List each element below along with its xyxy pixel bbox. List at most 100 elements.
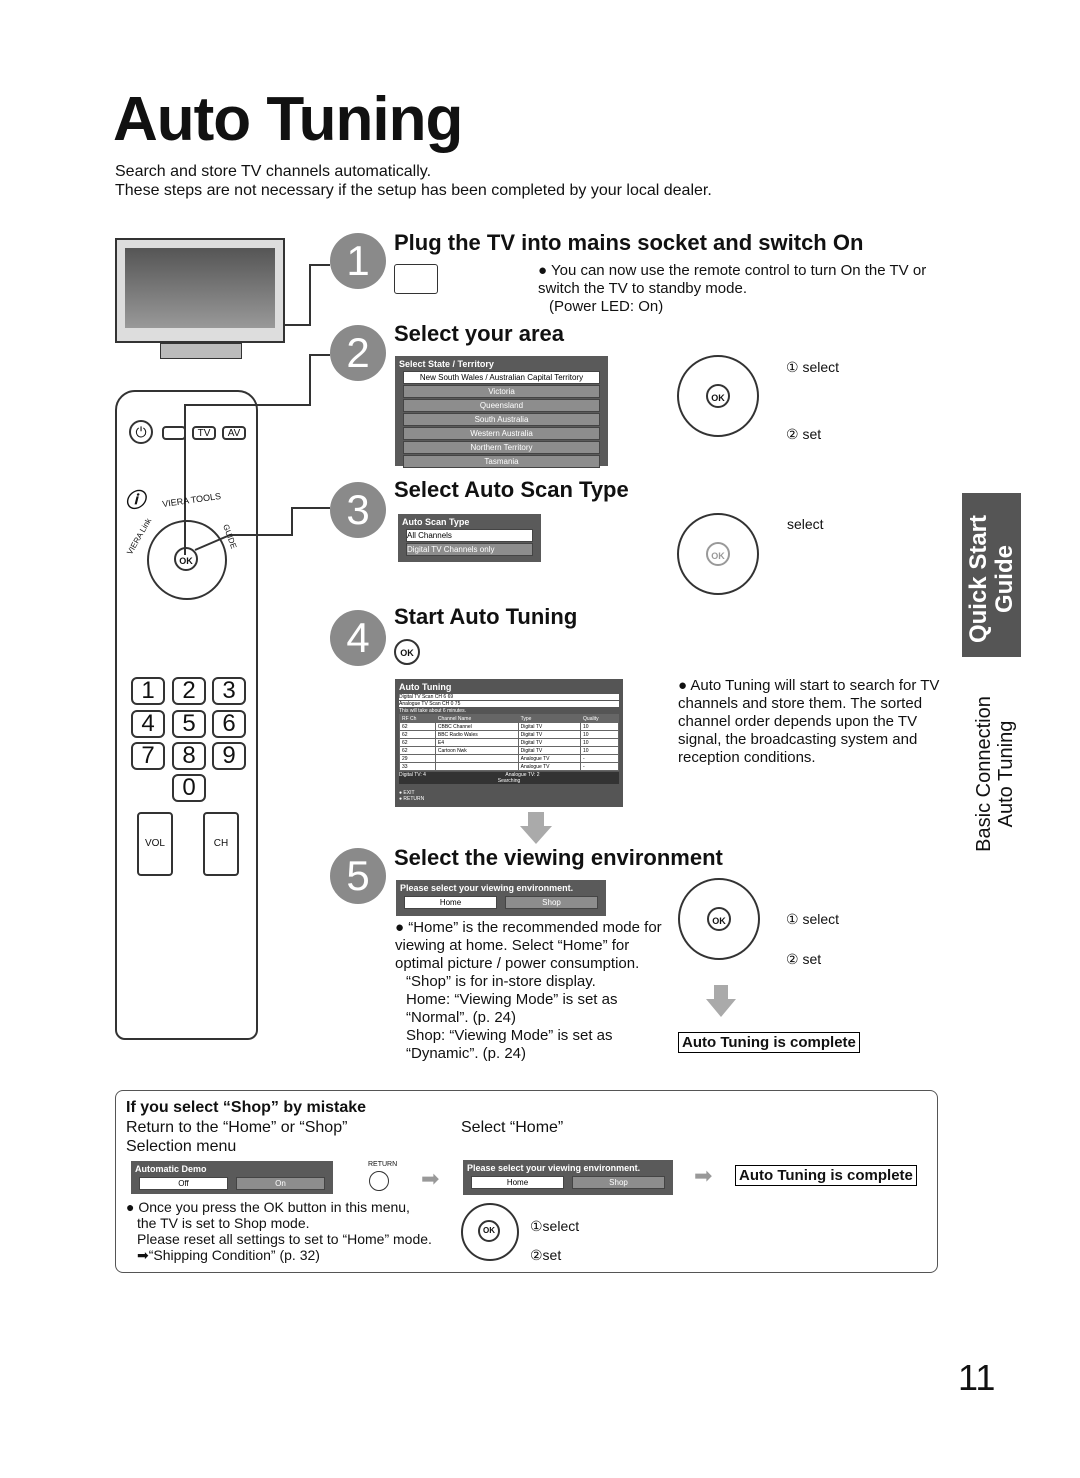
table-cell: 10: [580, 722, 619, 731]
nav-cross-icon: OK: [677, 513, 759, 595]
arrow-right-icon: ➡: [421, 1166, 440, 1191]
table-cell: -: [580, 762, 619, 771]
status-text: Searching: [399, 778, 619, 784]
table-row: 62 Cartoon Nwk Digital TV 10: [399, 746, 619, 755]
set-label: ②set: [530, 1247, 562, 1263]
mistake-line-1: Return to the “Home” or “Shop”: [126, 1119, 348, 1136]
auto-tuning-screen: Auto Tuning Digital TV Scan CH 6 69 Anal…: [395, 679, 623, 807]
shop-option[interactable]: Shop: [505, 896, 598, 909]
blank-button[interactable]: [162, 426, 186, 440]
select-label: ① select: [786, 359, 840, 375]
set-label: ② set: [786, 426, 822, 442]
tv-button[interactable]: TV: [192, 426, 216, 440]
table-cell: Analogue TV: [517, 754, 582, 763]
table-cell: 62: [399, 722, 436, 731]
table-cell: 10: [580, 738, 619, 747]
set-label: ② set: [786, 951, 822, 967]
table-cell: 62: [399, 746, 436, 755]
return-label: RETURN: [368, 1161, 398, 1168]
viera-tools-button[interactable]: VIERA TOOLS: [162, 491, 222, 509]
step-4-number: 4: [330, 610, 386, 666]
table-cell: Quality: [580, 714, 619, 723]
menu-item[interactable]: All Channels: [406, 529, 533, 542]
select-label: ①select: [530, 1218, 580, 1234]
table-cell: CBBC Channel: [434, 722, 519, 731]
digit-0[interactable]: 0: [172, 774, 206, 802]
digit-4[interactable]: 4: [131, 710, 165, 738]
table-cell: Digital TV: [517, 738, 582, 747]
digit-3[interactable]: 3: [212, 677, 246, 705]
menu-item[interactable]: Digital TV Channels only: [406, 543, 533, 556]
av-button[interactable]: AV: [222, 426, 246, 440]
table-cell: 62: [399, 738, 436, 747]
nav-cross-icon: OK: [461, 1203, 519, 1261]
side-tab-section: Basic Connection Auto Tuning: [973, 696, 1017, 852]
manual-page: Auto Tuning Search and store TV channels…: [0, 0, 1080, 1478]
mistake-heading: If you select “Shop” by mistake: [126, 1099, 367, 1116]
remote-control: ⏻ TV AV ⓘ VIERA TOOLS VIERA Link GUIDE O…: [115, 390, 258, 1040]
menu-item[interactable]: Victoria: [403, 385, 600, 398]
digit-8[interactable]: 8: [172, 742, 206, 770]
step-5-heading: Select the viewing environment: [394, 845, 723, 870]
menu-item[interactable]: Queensland: [403, 399, 600, 412]
step-5-notes: ● “Home” is the recommended mode for vie…: [395, 919, 662, 1062]
menu-item[interactable]: New South Wales / Australian Capital Ter…: [403, 371, 600, 384]
exit-return: ● EXIT ● RETURN: [399, 790, 425, 802]
menu-item[interactable]: South Australia: [403, 413, 600, 426]
step-2-heading: Select your area: [394, 321, 564, 346]
table-row: 62 BBC Radio Wales Digital TV 10: [399, 730, 619, 739]
select-label: select: [787, 516, 824, 532]
table-header: RF Ch Channel Name Type Quality: [399, 714, 619, 723]
analogue-scan-row: Analogue TV Scan CH 0 75: [399, 701, 619, 707]
table-cell: Analogue TV: [517, 762, 582, 771]
info-icon[interactable]: ⓘ: [125, 484, 145, 513]
digit-7[interactable]: 7: [131, 742, 165, 770]
menu-title: Automatic Demo: [135, 1164, 207, 1174]
off-option[interactable]: Off: [139, 1177, 228, 1190]
home-option[interactable]: Home: [471, 1176, 564, 1189]
table-row: 33 Analogue TV -: [399, 762, 619, 771]
mistake-notes: ● Once you press the OK button in this m…: [126, 1199, 432, 1263]
env-menu: Please select your viewing environment. …: [463, 1160, 673, 1195]
table-cell: E4: [434, 738, 519, 747]
down-arrow: [520, 812, 552, 844]
ok-button[interactable]: OK: [174, 547, 198, 571]
step-5-number: 5: [330, 848, 386, 904]
shop-option[interactable]: Shop: [572, 1176, 665, 1189]
channel-rocker[interactable]: CH: [203, 812, 239, 876]
shop-mistake-box: If you select “Shop” by mistake Return t…: [115, 1090, 938, 1273]
table-cell: Digital TV: [517, 746, 582, 755]
side-tab-label: Quick Start Guide: [965, 514, 1018, 644]
digit-6[interactable]: 6: [212, 710, 246, 738]
table-cell: BBC Radio Wales: [434, 730, 519, 739]
table-cell: Digital TV: [517, 730, 582, 739]
menu-item[interactable]: Tasmania: [403, 455, 600, 468]
digit-9[interactable]: 9: [212, 742, 246, 770]
menu-title: Please select your viewing environment.: [400, 883, 574, 893]
digit-1[interactable]: 1: [131, 677, 165, 705]
side-tab-quick-start[interactable]: Quick Start Guide: [962, 493, 1021, 657]
nav-cross-icon: OK: [678, 878, 760, 960]
channel-table: RF Ch Channel Name Type Quality 62 CBBC Chann…: [399, 714, 619, 771]
home-option[interactable]: Home: [404, 896, 497, 909]
table-cell: Cartoon Nwk: [434, 746, 519, 755]
step-1-number: 1: [330, 233, 386, 289]
scan-type-menu: Auto Scan Type All Channels Digital TV C…: [398, 514, 541, 562]
area-menu: Select State / Territory New South Wales…: [395, 356, 608, 468]
table-cell: Digital TV: [517, 722, 582, 731]
volume-rocker[interactable]: VOL: [137, 812, 173, 876]
table-cell: 62: [399, 730, 436, 739]
step-1-note: ● You can now use the remote control to …: [538, 262, 927, 315]
menu-item[interactable]: Northern Territory: [403, 441, 600, 454]
digit-2[interactable]: 2: [172, 677, 206, 705]
step-2-number: 2: [330, 325, 386, 381]
digit-5[interactable]: 5: [172, 710, 206, 738]
power-icon[interactable]: ⏻: [129, 420, 153, 444]
page-number: 11: [958, 1357, 996, 1398]
table-cell: Channel Name: [434, 714, 519, 723]
complete-badge: Auto Tuning is complete: [678, 1032, 860, 1053]
power-led-note: (Power LED: On): [549, 298, 664, 315]
screen-title: Auto Tuning: [399, 682, 452, 692]
on-option[interactable]: On: [236, 1177, 325, 1190]
menu-item[interactable]: Western Australia: [403, 427, 600, 440]
